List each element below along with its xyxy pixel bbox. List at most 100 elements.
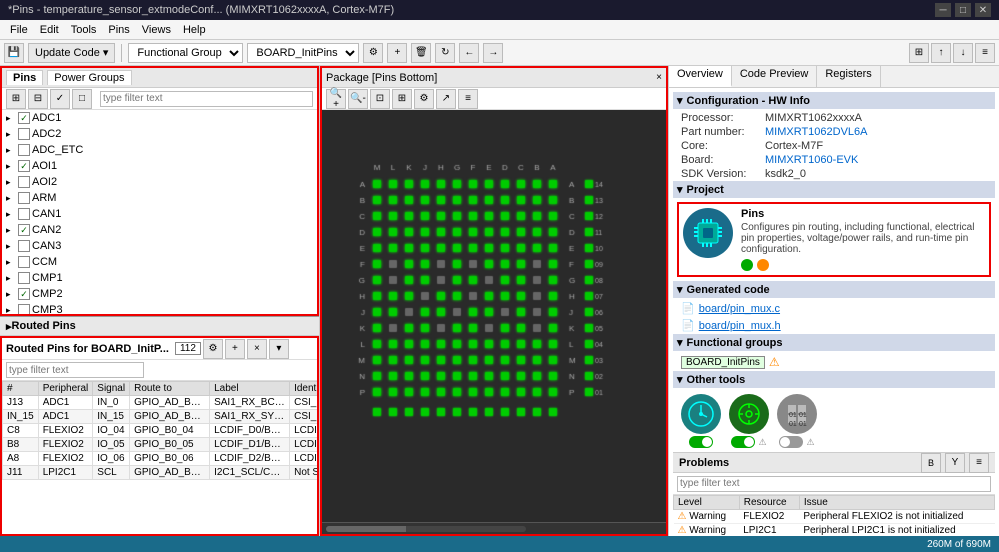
menu-icon[interactable]: ≡	[458, 89, 478, 109]
delete-icon[interactable]: 🗑	[411, 43, 431, 63]
export-icon[interactable]: ↗	[436, 89, 456, 109]
toolbar-r1[interactable]: ⊞	[909, 43, 929, 63]
menu-tools[interactable]: Tools	[65, 22, 103, 38]
routed-add-icon[interactable]: +	[225, 339, 245, 359]
toolbar-r2[interactable]: ↑	[931, 43, 951, 63]
other-tools-section[interactable]: ▾ Other tools	[673, 371, 995, 388]
perf-expand-icon[interactable]: ⊞	[6, 89, 26, 109]
problems-menu-icon[interactable]: ≡	[969, 453, 989, 473]
part-value[interactable]: MIMXRT1062DVL6A	[765, 126, 868, 138]
routed-pins-section-header[interactable]: ▸ Routed Pins	[0, 316, 319, 336]
tree-item-arm[interactable]: ▸ ARM	[2, 190, 317, 206]
checkbox-cmp2[interactable]: ✓	[18, 288, 30, 300]
pins-icon[interactable]	[683, 208, 733, 258]
menu-edit[interactable]: Edit	[34, 22, 65, 38]
toggle-switch-mex[interactable]	[779, 436, 803, 448]
tab-code-preview[interactable]: Code Preview	[732, 66, 817, 87]
table-row[interactable]: J11 LPI2C1 SCL GPIO_AD_B1_00 I2C1_SCL/CS…	[3, 466, 318, 480]
tree-item-adcetc[interactable]: ▸ ADC_ETC	[2, 142, 317, 158]
perf-check-icon[interactable]: ✓	[50, 89, 70, 109]
tree-item-aoi1[interactable]: ▸ ✓ AOI1	[2, 158, 317, 174]
mex-icon[interactable]: 01 01 01 01	[777, 394, 817, 434]
fit-icon[interactable]: ⊡	[370, 89, 390, 109]
routed-dropdown-icon[interactable]: ▾	[269, 339, 289, 359]
menu-help[interactable]: Help	[177, 22, 212, 38]
save-icon[interactable]: 💾	[4, 43, 24, 63]
menu-file[interactable]: File	[4, 22, 34, 38]
tab-registers[interactable]: Registers	[817, 66, 880, 87]
checkbox-aoi1[interactable]: ✓	[18, 160, 30, 172]
update-code-button[interactable]: Update Code ▾	[28, 43, 115, 63]
checkbox-adc2[interactable]	[18, 128, 30, 140]
maximize-button[interactable]: □	[955, 3, 971, 17]
peripherals-icon[interactable]	[729, 394, 769, 434]
project-section[interactable]: ▾ Project	[673, 181, 995, 198]
checkbox-can2[interactable]: ✓	[18, 224, 30, 236]
routed-config-icon[interactable]: ⚙	[203, 339, 223, 359]
peripheral-filter-input[interactable]	[100, 91, 313, 107]
back-icon[interactable]: ←	[459, 43, 479, 63]
gen-code-section[interactable]: ▾ Generated code	[673, 281, 995, 298]
perf-uncheck-icon[interactable]: □	[72, 89, 92, 109]
tree-item-adc1[interactable]: ▸ ✓ ADC1	[2, 110, 317, 126]
tab-power-groups[interactable]: Power Groups	[47, 70, 131, 85]
tab-overview[interactable]: Overview	[669, 66, 732, 87]
tree-item-cmp1[interactable]: ▸ CMP1	[2, 270, 317, 286]
tree-item-aoi2[interactable]: ▸ AOI2	[2, 174, 317, 190]
func-groups-section[interactable]: ▾ Functional groups	[673, 334, 995, 351]
problems-table-scroll[interactable]: Level Resource Issue ⚠ Warning FLEXIO2 P…	[673, 495, 995, 536]
checkbox-aoi2[interactable]	[18, 176, 30, 188]
menu-views[interactable]: Views	[136, 22, 177, 38]
close-button[interactable]: ✕	[975, 3, 991, 17]
routed-delete-icon[interactable]: ×	[247, 339, 267, 359]
checkbox-ccm[interactable]	[18, 256, 30, 268]
perf-collapse-icon[interactable]: ⊟	[28, 89, 48, 109]
table-row[interactable]: IN_15 ADC1 IN_15 GPIO_AD_B1_15 SAI1_RX_S…	[3, 410, 318, 424]
checkbox-cmp1[interactable]	[18, 272, 30, 284]
tree-item-cmp3[interactable]: ▸ CMP3	[2, 302, 317, 314]
list-item[interactable]: ⚠ Warning LPI2C1 Peripheral LPI2C1 is no…	[674, 524, 995, 537]
refresh-icon[interactable]: ↻	[435, 43, 455, 63]
zoom-out-icon[interactable]: 🔍-	[348, 89, 368, 109]
problems-btn1[interactable]: B	[921, 453, 941, 473]
checkbox-cmp3[interactable]	[18, 304, 30, 314]
checkbox-adcetc[interactable]	[18, 144, 30, 156]
zoom-in-icon[interactable]: 🔍+	[326, 89, 346, 109]
table-row[interactable]: J13 ADC1 IN_0 GPIO_AD_B1_11 SAI1_RX_BCLK…	[3, 396, 318, 410]
tab-pins[interactable]: Pins	[6, 70, 43, 85]
forward-icon[interactable]: →	[483, 43, 503, 63]
tree-item-can1[interactable]: ▸ CAN1	[2, 206, 317, 222]
checkbox-can1[interactable]	[18, 208, 30, 220]
toolbar-r4[interactable]: ≡	[975, 43, 995, 63]
table-row[interactable]: C8 FLEXIO2 IO_04 GPIO_B0_04 LCDIF_D0/BT_…	[3, 424, 318, 438]
tree-item-can2[interactable]: ▸ ✓ CAN2	[2, 222, 317, 238]
pin-view-icon[interactable]: ⊞	[392, 89, 412, 109]
problems-filter-input[interactable]	[677, 476, 991, 492]
config-icon[interactable]: ⚙	[363, 43, 383, 63]
routed-table-scroll[interactable]: # Peripheral Signal Route to Label Ident…	[2, 381, 317, 534]
toolbar-r3[interactable]: ↓	[953, 43, 973, 63]
routed-filter-input[interactable]	[6, 362, 144, 378]
problems-filter-icon[interactable]: Y	[945, 453, 965, 473]
functional-group-dropdown[interactable]: Functional Group	[128, 43, 243, 63]
tree-item-adc2[interactable]: ▸ ADC2	[2, 126, 317, 142]
tree-item-cmp2[interactable]: ▸ ✓ CMP2	[2, 286, 317, 302]
board-value[interactable]: MIMXRT1060-EVK	[765, 154, 858, 166]
clocks-icon[interactable]	[681, 394, 721, 434]
checkbox-adc1[interactable]: ✓	[18, 112, 30, 124]
list-item[interactable]: ⚠ Warning FLEXIO2 Peripheral FLEXIO2 is …	[674, 510, 995, 524]
checkbox-arm[interactable]	[18, 192, 30, 204]
hw-info-section[interactable]: ▾ Configuration - HW Info	[673, 92, 995, 109]
tree-item-ccm[interactable]: ▸ CCM	[2, 254, 317, 270]
toggle-switch-peripherals[interactable]	[731, 436, 755, 448]
settings-icon[interactable]: ⚙	[414, 89, 434, 109]
package-close-icon[interactable]: ×	[656, 72, 662, 83]
tree-item-can3[interactable]: ▸ CAN3	[2, 238, 317, 254]
file-link-c[interactable]: board/pin_mux.c	[699, 303, 780, 315]
toggle-switch-clocks[interactable]	[689, 436, 713, 448]
add-icon[interactable]: +	[387, 43, 407, 63]
checkbox-can3[interactable]	[18, 240, 30, 252]
menu-pins[interactable]: Pins	[102, 22, 135, 38]
table-row[interactable]: A8 FLEXIO2 IO_06 GPIO_B0_06 LCDIF_D2/BT_…	[3, 452, 318, 466]
board-init-pins-dropdown[interactable]: BOARD_InitPins	[247, 43, 359, 63]
